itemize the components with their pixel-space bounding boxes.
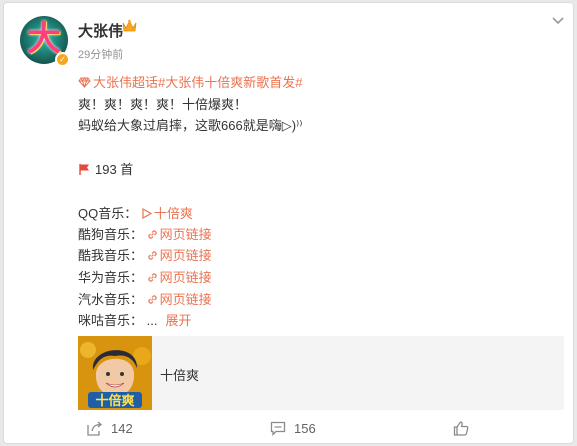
- expand-link[interactable]: 展开: [165, 313, 191, 328]
- album-cover-art: 十倍爽: [78, 336, 152, 410]
- song-link[interactable]: 网页链接: [147, 248, 212, 263]
- song-row-migu: 咪咕音乐： ... 展开: [78, 310, 192, 329]
- song-link[interactable]: 网页链接: [147, 292, 212, 307]
- ellipsis: ...: [146, 313, 158, 328]
- song-link-text[interactable]: 网页链接: [160, 270, 212, 285]
- flag-icon: [79, 164, 89, 175]
- share-icon: [87, 421, 103, 436]
- chevron-down-icon[interactable]: [552, 17, 564, 25]
- song-count: 193 首: [78, 159, 133, 178]
- song-row-label: QQ音乐：: [78, 206, 138, 221]
- song-row-qq: QQ音乐： 十倍爽: [78, 203, 193, 222]
- cover-title-art: 十倍爽: [95, 393, 134, 409]
- crown-icon: [122, 19, 137, 32]
- song-link-text[interactable]: 网页链接: [160, 292, 212, 307]
- share-count: 142: [111, 421, 133, 436]
- link-icon: [148, 295, 157, 304]
- post-time[interactable]: 29分钟前: [78, 46, 123, 62]
- avatar[interactable]: 大 ✓: [20, 16, 70, 67]
- thumbs-up-icon: [453, 421, 469, 436]
- comment-count: 156: [294, 421, 316, 436]
- album-cover-image: 十倍爽: [78, 336, 152, 410]
- song-row-label: 酷我音乐：: [78, 248, 144, 263]
- comment-button[interactable]: 156: [270, 421, 316, 436]
- like-button[interactable]: [453, 421, 477, 436]
- comment-icon: [270, 421, 286, 436]
- song-row-kugou: 酷狗音乐： 网页链接: [78, 224, 212, 243]
- song-row-label: 华为音乐：: [78, 270, 144, 285]
- song-row-label: 酷狗音乐：: [78, 227, 144, 242]
- play-icon: [142, 208, 152, 219]
- link-icon: [148, 230, 157, 239]
- music-card[interactable]: 十倍爽 十倍爽: [78, 336, 564, 410]
- song-link[interactable]: 网页链接: [147, 270, 212, 285]
- topic-links[interactable]: 大张伟超话#大张伟十倍爽新歌首发#: [78, 72, 302, 91]
- music-card-title[interactable]: 十倍爽: [160, 365, 199, 384]
- post-text-line-2: 蚂蚁给大象过肩摔，这歌666就是嗨▷)⁾⁾: [78, 118, 303, 133]
- diamond-icon: [78, 77, 91, 88]
- username[interactable]: 大张伟: [78, 20, 123, 41]
- song-row-label: 汽水音乐：: [78, 292, 144, 307]
- post-text-line-1: 爽！爽！爽！爽！十倍爆爽！: [78, 97, 248, 112]
- song-count-text: 193 首: [95, 162, 134, 177]
- link-icon: [148, 251, 157, 260]
- song-link-text[interactable]: 网页链接: [160, 227, 212, 242]
- weibo-post-card: 大 ✓ 大张伟 29分钟前 大张伟超话#大张伟十倍爽新歌首发# 爽！爽！爽！爽！…: [3, 2, 574, 444]
- song-row-label: 咪咕音乐：: [78, 313, 144, 328]
- song-row-kuwo: 酷我音乐： 网页链接: [78, 245, 212, 264]
- song-row-huawei: 华为音乐： 网页链接: [78, 267, 212, 286]
- link-icon: [148, 273, 157, 282]
- share-button[interactable]: 142: [87, 421, 133, 436]
- song-link-text[interactable]: 十倍爽: [154, 206, 193, 221]
- topic-text[interactable]: 大张伟超话#大张伟十倍爽新歌首发#: [93, 75, 302, 90]
- song-link[interactable]: 十倍爽: [141, 206, 193, 221]
- song-link[interactable]: 网页链接: [147, 227, 212, 242]
- verified-badge-icon: ✓: [55, 52, 70, 67]
- song-link-text[interactable]: 网页链接: [160, 248, 212, 263]
- song-row-qishui: 汽水音乐： 网页链接: [78, 289, 212, 308]
